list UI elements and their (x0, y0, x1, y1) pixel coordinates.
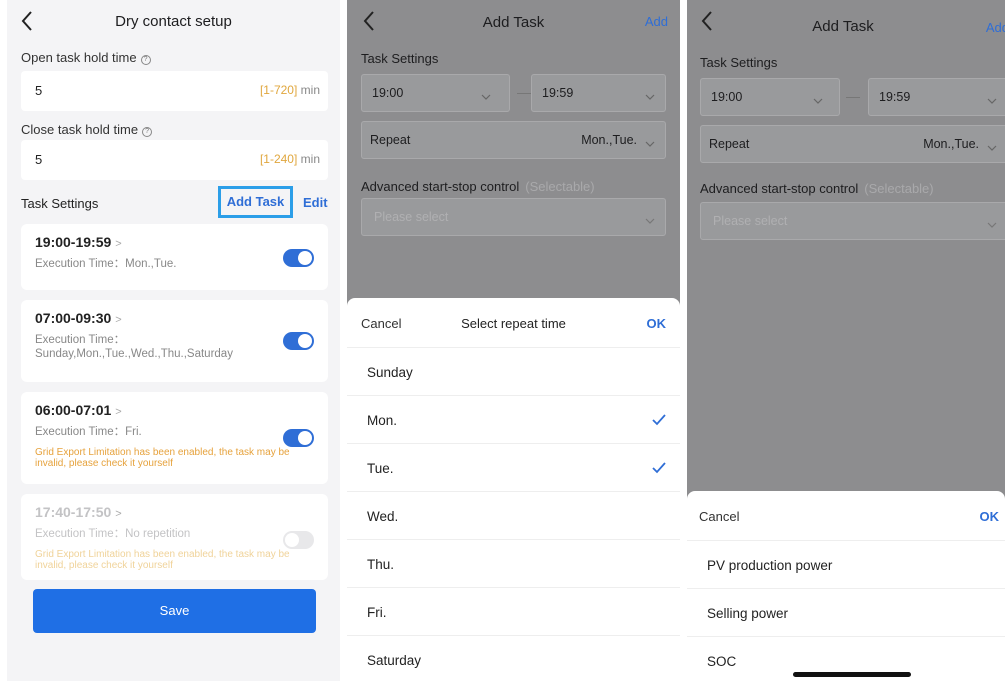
time-range-separator (846, 97, 860, 98)
task-toggle[interactable] (283, 332, 314, 350)
chevron-right-icon: > (115, 238, 122, 250)
chevron-right-icon: > (115, 314, 122, 326)
ok-button[interactable]: OK (980, 509, 1000, 524)
header: Add Task Add (347, 0, 680, 44)
chevron-right-icon: > (115, 508, 122, 520)
repeat-select[interactable]: Repeat Mon.,Tue. (361, 121, 666, 159)
task-time: 19:00-19:59 > (35, 234, 122, 250)
task-warning: Grid Export Limitation has been enabled,… (35, 549, 290, 571)
page-title: Add Task (812, 18, 874, 35)
chevron-down-icon (481, 88, 491, 100)
option-tue[interactable]: Tue. (347, 444, 680, 492)
task-settings-label: Task Settings (21, 196, 99, 211)
chevron-down-icon (645, 88, 655, 100)
end-time-select[interactable]: 19:59 (868, 78, 1005, 116)
checkmark-icon (652, 461, 666, 474)
open-hold-label: Open task hold time? (21, 50, 151, 65)
header: Dry contact setup (7, 0, 340, 44)
edit-button[interactable]: Edit (303, 195, 328, 210)
add-task-repeat-screen: Add Task Add Task Settings 19:00 19:59 R… (347, 0, 680, 681)
option-wed[interactable]: Wed. (347, 492, 680, 540)
option-pv-production-power[interactable]: PV production power (687, 541, 1005, 589)
option-fri[interactable]: Fri. (347, 588, 680, 636)
time-range-separator (517, 93, 531, 94)
repeat-picker-sheet: Cancel Select repeat time OK Sunday Mon.… (347, 298, 680, 681)
task-time: 06:00-07:01 > (35, 402, 122, 418)
advanced-control-select[interactable]: Please select (361, 198, 666, 236)
add-button[interactable]: Add (986, 20, 1005, 35)
task-card[interactable]: 07:00-09:30 > Execution Time：Sunday,Mon.,… (21, 300, 328, 382)
help-icon[interactable]: ? (142, 127, 153, 137)
help-icon[interactable]: ? (140, 55, 151, 65)
cancel-button[interactable]: Cancel (699, 509, 739, 524)
close-hold-input[interactable]: 5 [1-240] min (21, 140, 328, 180)
range-hint: [1-240] min (259, 152, 320, 166)
dry-contact-setup-screen: Dry contact setup Open task hold time? 5… (7, 0, 340, 681)
advanced-control-label: Advanced start-stop control (Selectable) (700, 181, 934, 196)
sheet-header: Cancel OK (687, 491, 1005, 541)
option-saturday[interactable]: Saturday (347, 636, 680, 681)
checkmark-icon (652, 413, 666, 426)
option-selling-power[interactable]: Selling power (687, 589, 1005, 637)
task-toggle[interactable] (283, 429, 314, 447)
close-hold-label: Close task hold time? (21, 122, 153, 137)
add-task-button[interactable]: Add Task (218, 186, 293, 218)
task-settings-label: Task Settings (361, 51, 439, 66)
chevron-down-icon (645, 212, 655, 224)
chevron-down-icon (987, 216, 997, 228)
end-time-select[interactable]: 19:59 (531, 74, 666, 112)
chevron-down-icon (987, 139, 997, 151)
option-mon[interactable]: Mon. (347, 396, 680, 444)
start-time-select[interactable]: 19:00 (700, 78, 840, 116)
option-thu[interactable]: Thu. (347, 540, 680, 588)
task-exec-time: Execution Time：Mon.,Tue. (35, 258, 177, 270)
task-toggle[interactable] (283, 249, 314, 267)
task-card[interactable]: 06:00-07:01 > Execution Time：Fri. Grid Ex… (21, 392, 328, 484)
option-sunday[interactable]: Sunday (347, 348, 680, 396)
task-warning: Grid Export Limitation has been enabled,… (35, 447, 290, 469)
header: Add Task Add (687, 0, 1005, 44)
range-hint: [1-720] min (259, 83, 320, 97)
ok-button[interactable]: OK (647, 316, 667, 331)
page-title: Dry contact setup (115, 13, 232, 30)
chevron-down-icon (645, 135, 655, 147)
start-time-select[interactable]: 19:00 (361, 74, 510, 112)
task-time: 07:00-09:30 > (35, 310, 122, 326)
sheet-header: Cancel Select repeat time OK (347, 298, 680, 348)
save-button[interactable]: Save (33, 589, 316, 633)
task-card[interactable]: 17:40-17:50 > Execution Time：No repetitio… (21, 494, 328, 580)
advanced-control-select[interactable]: Please select (700, 202, 1005, 240)
chevron-down-icon (987, 92, 997, 104)
add-button[interactable]: Add (645, 14, 668, 29)
task-card[interactable]: 19:00-19:59 > Execution Time：Mon.,Tue. (21, 224, 328, 290)
home-indicator (793, 672, 911, 677)
open-hold-input[interactable]: 5 [1-720] min (21, 71, 328, 111)
page-title: Add Task (482, 14, 545, 31)
task-toggle[interactable] (283, 531, 314, 549)
task-exec-time: Execution Time：Fri. (35, 426, 142, 438)
task-exec-time: Execution Time：No repetition (35, 528, 191, 540)
task-exec-time: Execution Time：Sunday,Mon.,Tue.,Wed.,Thu… (35, 334, 233, 360)
task-settings-label: Task Settings (700, 55, 778, 70)
sheet-title: Select repeat time (461, 316, 566, 331)
task-time: 17:40-17:50 > (35, 504, 122, 520)
control-picker-sheet: Cancel OK PV production power Selling po… (687, 491, 1005, 681)
add-task-control-screen: Add Task Add Task Settings 19:00 19:59 R… (687, 0, 1005, 681)
chevron-down-icon (813, 92, 823, 104)
repeat-select[interactable]: Repeat Mon.,Tue. (700, 125, 1005, 163)
advanced-control-label: Advanced start-stop control (Selectable) (361, 179, 595, 194)
chevron-right-icon: > (115, 406, 122, 418)
